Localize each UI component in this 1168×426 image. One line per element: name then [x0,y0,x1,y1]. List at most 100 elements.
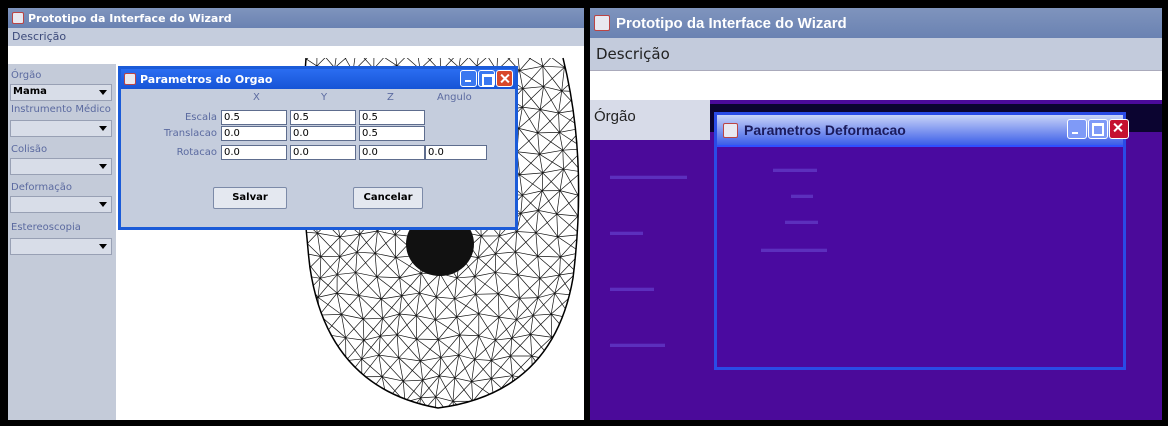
rotacao-x-field[interactable]: 0.0 [221,145,287,160]
mesh-edge [334,58,357,69]
mesh-edge [328,399,347,403]
close-icon[interactable] [1109,119,1129,139]
mesh-edge [345,399,372,408]
mesh-edge [363,339,380,356]
mesh-edge [498,316,517,320]
mesh-edge [476,58,499,67]
right-window-title: Prototipo da Interface do Wizard [616,14,847,32]
mesh-edge [562,150,564,170]
mesh-edge [376,257,396,278]
mesh-edge [461,58,478,67]
mesh-edge [516,298,520,320]
mesh-edge [495,251,516,255]
mesh-edge [357,251,376,254]
dialog-title: Parametros Deformacao [744,122,906,138]
mesh-edge [551,337,554,361]
ghost-sidebar-item: ▬▬▬▬ [610,282,654,294]
mesh-edge [418,417,436,420]
mesh-edge [302,319,304,338]
mesh-edge [312,398,329,403]
translacao-x-field[interactable]: 0.0 [221,126,287,141]
mesh-edge [512,397,523,408]
mesh-edge [531,355,551,382]
mesh-edge [396,334,400,358]
mesh-edge [490,355,511,379]
mesh-edge [551,336,574,341]
mesh-edge [358,276,378,296]
mesh-edge [564,58,579,68]
mesh-edge [532,379,544,401]
menu-descricao[interactable]: Descrição [12,30,66,43]
maximize-icon[interactable] [478,70,495,87]
rotacao-z-field[interactable]: 0.0 [359,145,425,160]
mesh-edge [519,278,541,299]
mesh-edge [561,67,565,91]
dialog-body: ▬▬▬▬ ▬▬ ▬▬▬ ▬▬▬▬▬▬ [717,145,1123,367]
menu-descricao[interactable]: Descrição [596,45,670,63]
mesh-edge [324,314,342,335]
minimize-icon[interactable] [460,70,477,87]
mesh-edge [556,214,559,237]
mesh-edge [404,401,419,408]
cancelar-button[interactable]: Cancelar [353,187,423,209]
mesh-edge [456,313,479,318]
mesh-edge [386,399,404,408]
mesh-edge [515,232,537,253]
mesh-edge [301,275,302,298]
rotacao-angulo-field[interactable]: 0.0 [425,145,487,160]
mesh-edge [343,381,347,400]
escala-z-field[interactable]: 0.5 [359,110,425,125]
escala-x-field[interactable]: 0.5 [221,110,287,125]
dialog-title-bar: Parametros do Orgao [121,69,515,89]
mesh-edge [459,313,480,336]
mesh-edge [396,315,417,335]
instrumento-combo[interactable] [10,120,112,137]
mesh-edge [474,358,492,361]
mesh-edge [493,396,513,399]
mesh-edge [399,292,420,315]
mesh-edge [528,402,540,408]
mesh-edge [498,298,520,318]
mesh-edge [458,334,461,356]
ghost-sidebar-item: ▬▬▬▬▬▬▬ [610,170,687,182]
mesh-edge [302,314,320,320]
mesh-edge [345,399,353,408]
mesh-edge [512,379,533,399]
mesh-edge [543,399,559,408]
mesh-edge [396,313,400,335]
mesh-edge [459,334,479,337]
mesh-edge [452,381,472,402]
mesh-edge [327,402,353,408]
mesh-edge [294,48,317,51]
mesh-edge [537,132,540,155]
mesh-edge [454,298,479,314]
mesh-edge [516,231,536,234]
mesh-edge [556,190,561,215]
translacao-y-field[interactable]: 0.0 [290,126,356,141]
colisao-combo[interactable] [10,158,112,175]
mesh-edge [539,153,564,170]
escala-y-field[interactable]: 0.5 [290,110,356,125]
translacao-z-field[interactable]: 0.5 [359,126,425,141]
mesh-edge [579,110,582,128]
mesh-edge [328,356,345,382]
mesh-edge [302,296,318,299]
deformacao-combo[interactable] [10,196,112,213]
mesh-edge [352,418,371,419]
estereoscopia-combo[interactable] [10,238,112,255]
salvar-button[interactable]: Salvar [213,187,287,209]
mesh-edge [334,58,339,68]
sidebar-label-colisao: Colisão [11,144,48,155]
close-icon[interactable] [496,70,513,87]
orgao-combo[interactable]: Mama [10,84,112,101]
mesh-edge [399,277,403,296]
rotacao-y-field[interactable]: 0.0 [290,145,356,160]
minimize-icon[interactable] [1067,119,1087,139]
maximize-icon[interactable] [1088,119,1108,139]
mesh-edge [537,278,541,298]
mesh-edge [327,381,345,403]
mesh-edge [528,399,544,403]
mesh-edge [371,419,388,420]
mesh-edge [345,340,365,361]
mesh-edge [474,276,477,295]
